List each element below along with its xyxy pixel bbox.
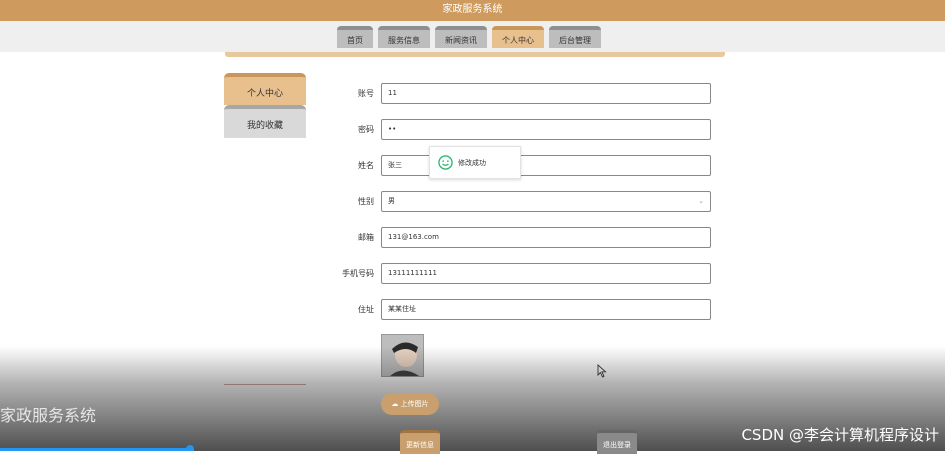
upload-image-button[interactable]: ☁ 上传图片 — [381, 393, 439, 415]
chevron-down-icon: ⌄ — [698, 197, 704, 205]
sidebar-item-favorites[interactable]: 我的收藏 — [224, 105, 306, 138]
video-progress-knob[interactable] — [186, 445, 194, 451]
nav-tabs: 首页 服务信息 新闻资讯 个人中心 后台管理 — [337, 26, 601, 48]
address-field[interactable]: 某某住址 — [381, 299, 711, 320]
account-label: 账号 — [358, 89, 374, 98]
gender-label: 性别 — [358, 197, 374, 206]
nav-underline — [225, 52, 725, 57]
cloud-upload-icon: ☁ — [391, 400, 399, 408]
email-label: 邮箱 — [358, 233, 374, 242]
phone-label: 手机号码 — [342, 269, 374, 278]
logout-button[interactable]: 退出登录 — [597, 430, 637, 454]
address-label: 住址 — [358, 305, 374, 314]
app-title-bar: 家政服务系统 — [0, 0, 945, 21]
update-info-button[interactable]: 更新信息 — [400, 430, 440, 454]
smile-icon — [438, 155, 453, 170]
upload-label: 上传图片 — [400, 400, 429, 408]
success-toast: 修改成功 — [429, 146, 521, 179]
sidebar-item-personal-center[interactable]: 个人中心 — [224, 73, 306, 105]
phone-field[interactable]: 13111111111 — [381, 263, 711, 284]
toast-message: 修改成功 — [458, 159, 486, 167]
main-nav: 首页 服务信息 新闻资讯 个人中心 后台管理 — [0, 21, 945, 52]
watermark: CSDN @李会计算机程序设计 — [741, 426, 939, 444]
email-field[interactable]: 131@163.com — [381, 227, 711, 248]
gender-select[interactable]: 男 ⌄ — [381, 191, 711, 212]
account-field[interactable]: 11 — [381, 83, 711, 104]
tab-service-info[interactable]: 服务信息 — [378, 26, 430, 48]
video-title: 家政服务系统 — [0, 406, 97, 425]
tab-home[interactable]: 首页 — [337, 26, 373, 48]
gender-value: 男 — [388, 197, 395, 205]
password-field[interactable]: •• — [381, 119, 711, 140]
password-label: 密码 — [358, 125, 374, 134]
tab-admin[interactable]: 后台管理 — [549, 26, 601, 48]
name-label: 姓名 — [358, 161, 374, 170]
app-title: 家政服务系统 — [442, 4, 503, 15]
tab-news[interactable]: 新闻资讯 — [435, 26, 487, 48]
tab-personal-center[interactable]: 个人中心 — [492, 26, 544, 48]
